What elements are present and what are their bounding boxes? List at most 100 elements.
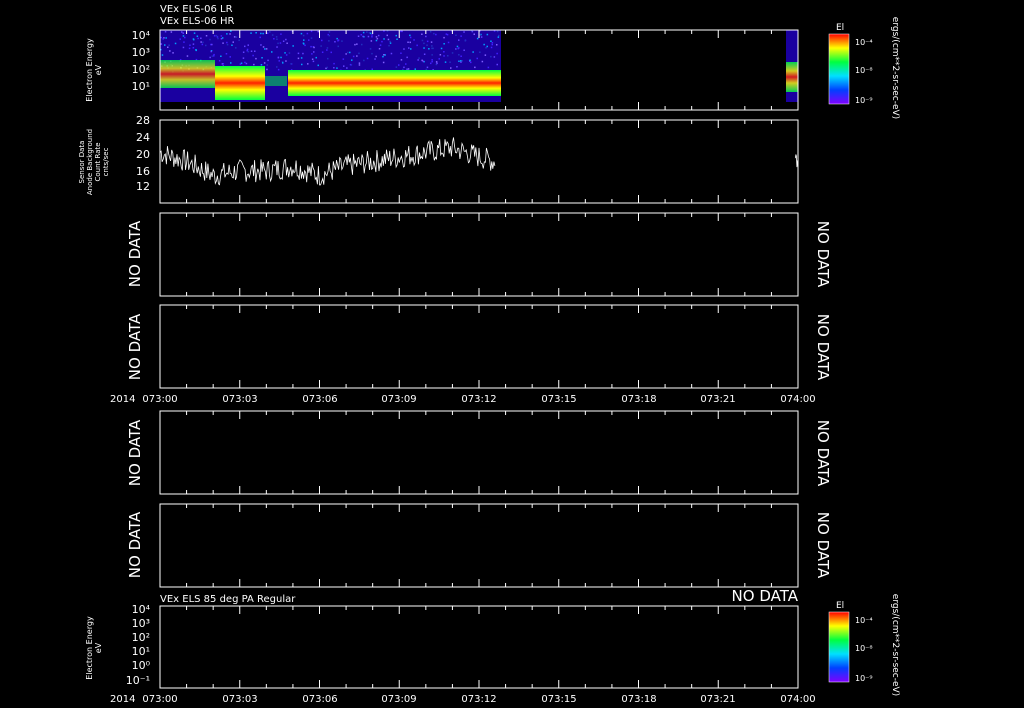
noise-speckle <box>269 31 271 33</box>
noise-speckle <box>235 47 237 49</box>
noise-speckle <box>238 39 240 41</box>
noise-speckle <box>383 54 385 56</box>
noise-speckle <box>395 66 398 68</box>
noise-speckle <box>386 34 388 37</box>
noise-speckle <box>307 63 309 65</box>
panel1-band-late <box>786 62 798 92</box>
panel1-ytick-2: 10² <box>132 63 150 76</box>
time-axis1-tick-8: 074:00 <box>780 394 815 405</box>
colorbar2-tick-mid: 10⁻⁸ <box>855 644 873 653</box>
noise-speckle <box>330 51 332 54</box>
noise-speckle <box>490 40 492 42</box>
noise-speckle <box>376 37 379 40</box>
noise-speckle <box>215 34 218 37</box>
noise-speckle <box>487 66 490 69</box>
noise-speckle <box>183 41 185 43</box>
time-axis1-tick-7: 073:21 <box>700 394 735 405</box>
noise-speckle <box>356 55 358 57</box>
time-axis2-tick-4: 073:12 <box>461 694 496 705</box>
noise-speckle <box>226 43 229 46</box>
panel7-ytick-4: 10⁴ <box>132 603 151 616</box>
noise-speckle <box>310 30 313 33</box>
noise-speckle <box>317 30 319 33</box>
noise-speckle <box>443 55 445 57</box>
time-axis1-tick-0: 073:00 <box>142 394 177 405</box>
panel2-ylabel-4: cnts/sec <box>102 147 110 176</box>
noise-speckle <box>490 46 493 49</box>
noise-speckle <box>311 58 314 60</box>
noise-speckle <box>455 34 457 36</box>
noise-speckle <box>423 53 426 55</box>
panel7-title: VEx ELS 85 deg PA Regular <box>160 594 296 605</box>
noise-speckle <box>209 38 211 41</box>
noise-speckle <box>447 55 449 57</box>
colorbar2-tick-high: 10⁻⁴ <box>855 616 873 625</box>
noise-speckle <box>409 36 412 39</box>
noise-speckle <box>216 36 219 38</box>
noise-speckle <box>284 52 286 54</box>
noise-speckle <box>346 67 348 69</box>
panel2-ylabel-1: Sensor Data <box>78 141 86 184</box>
noise-speckle <box>460 55 462 57</box>
noise-speckle <box>374 58 376 60</box>
noise-speckle <box>255 32 257 34</box>
noise-speckle <box>221 37 224 39</box>
noise-speckle <box>483 43 485 46</box>
noise-speckle <box>362 31 365 34</box>
noise-speckle <box>271 51 273 53</box>
noise-speckle <box>229 33 231 35</box>
noise-speckle <box>435 33 437 36</box>
noise-speckle <box>356 43 358 45</box>
noise-speckle <box>431 47 433 50</box>
time-axis1-tick-5: 073:15 <box>541 394 576 405</box>
noise-speckle <box>169 50 171 52</box>
noise-speckle <box>321 51 324 53</box>
panel4-no-data-right: NO DATA <box>814 314 832 381</box>
noise-speckle <box>201 43 204 46</box>
noise-speckle <box>197 37 199 40</box>
noise-speckle <box>250 50 253 52</box>
noise-speckle <box>202 41 204 44</box>
noise-speckle <box>337 45 339 48</box>
noise-speckle <box>481 60 484 63</box>
noise-speckle <box>280 33 282 35</box>
noise-speckle <box>349 51 351 54</box>
panel6-frame <box>159 503 799 588</box>
noise-speckle <box>168 44 170 46</box>
noise-speckle <box>310 37 313 39</box>
panel7-ytick-0: 10⁰ <box>132 659 151 672</box>
noise-speckle <box>429 31 432 33</box>
noise-speckle <box>375 55 377 58</box>
noise-speckle <box>262 32 264 35</box>
noise-speckle <box>320 45 322 47</box>
noise-speckle <box>182 46 185 49</box>
noise-speckle <box>430 41 433 43</box>
noise-speckle <box>326 47 329 49</box>
noise-speckle <box>371 36 373 38</box>
panel2-ytick-12: 12 <box>136 180 150 193</box>
noise-speckle <box>328 31 331 33</box>
noise-speckle <box>179 38 181 40</box>
noise-speckle <box>280 56 282 59</box>
noise-speckle <box>242 57 245 59</box>
noise-speckle <box>414 68 416 70</box>
noise-speckle <box>497 36 500 38</box>
noise-speckle <box>470 61 472 64</box>
noise-speckle <box>351 59 353 61</box>
panel1-ylabel-energy: Electron Energy <box>85 38 94 102</box>
noise-speckle <box>382 55 384 58</box>
noise-speckle <box>400 30 402 33</box>
panel1-ytick-1: 10¹ <box>132 80 150 93</box>
panel1-spectrogram <box>159 29 799 111</box>
noise-speckle <box>406 56 408 59</box>
noise-speckle <box>308 39 310 41</box>
noise-speckle <box>262 46 265 48</box>
noise-speckle <box>455 48 457 50</box>
noise-speckle <box>220 35 223 37</box>
noise-speckle <box>189 44 191 46</box>
noise-speckle <box>200 41 202 43</box>
noise-speckle <box>379 44 382 46</box>
colorbar2-label: El <box>836 601 844 611</box>
noise-speckle <box>266 32 269 34</box>
noise-speckle <box>431 45 433 47</box>
